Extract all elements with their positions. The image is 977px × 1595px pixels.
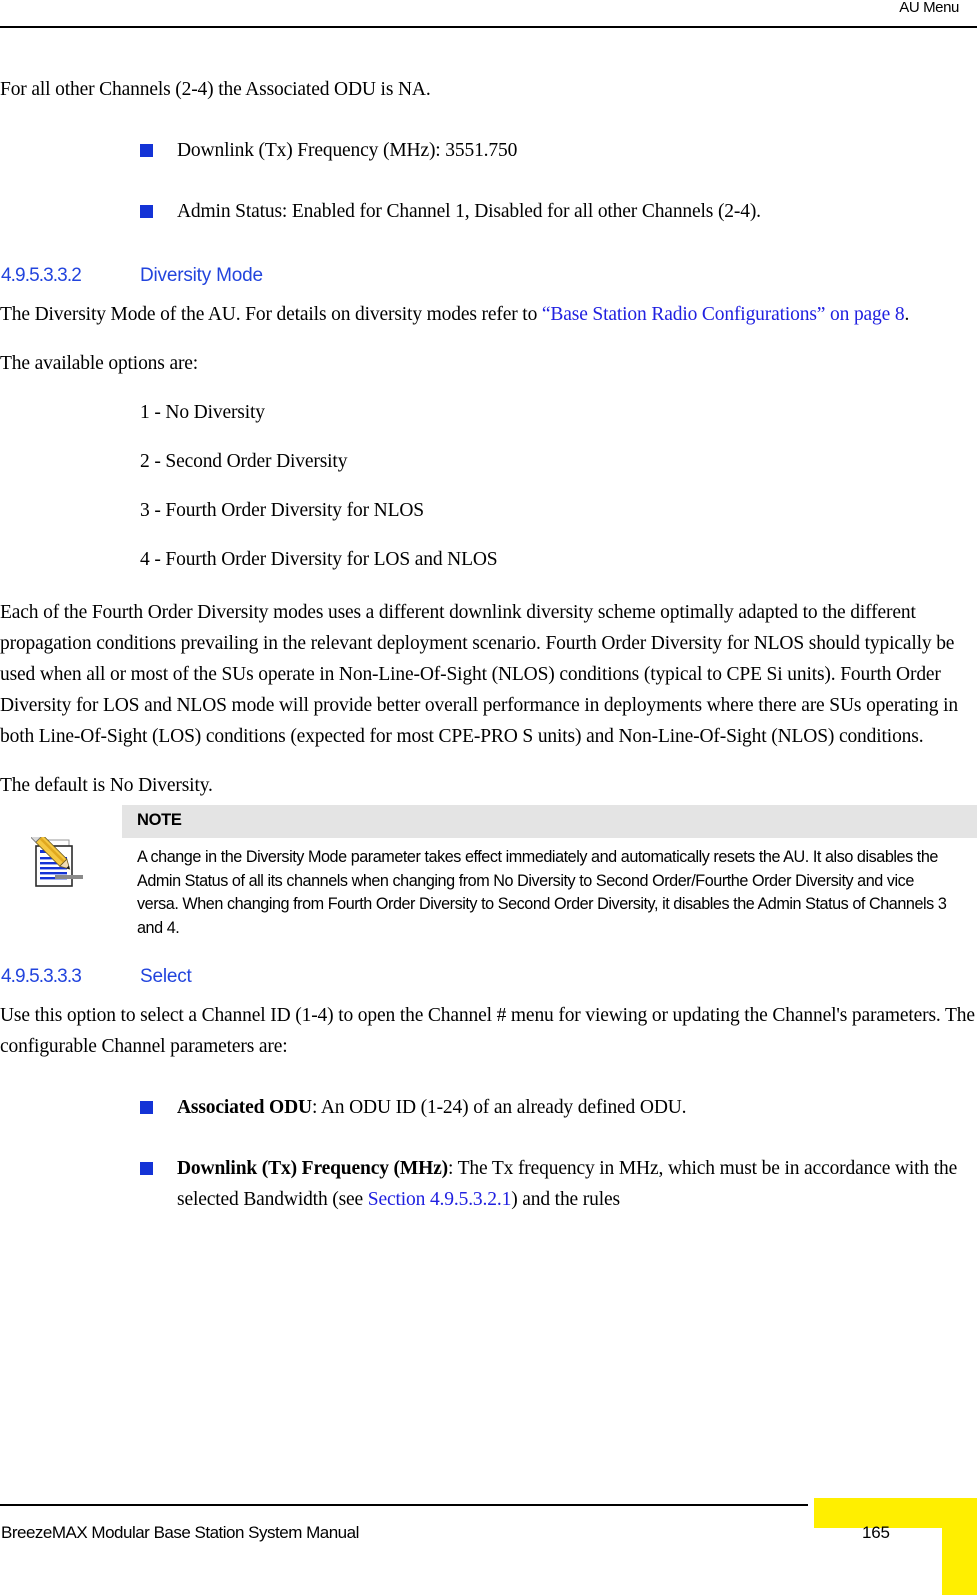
page-footer: BreezeMAX Modular Base Station System Ma…: [0, 1480, 977, 1595]
section-number: 4.9.5.3.3.2: [1, 265, 82, 286]
list-item: Admin Status: Enabled for Channel 1, Dis…: [140, 196, 959, 227]
diversity-intro-paragraph: The Diversity Mode of the AU. For detail…: [0, 299, 977, 330]
select-intro-paragraph: Use this option to select a Channel ID (…: [0, 1005, 975, 1057]
list-item: Downlink (Tx) Frequency (MHz): The Tx fr…: [140, 1153, 959, 1215]
square-bullet-icon: [140, 1162, 153, 1175]
page-content: For all other Channels (2-4) the Associa…: [0, 28, 977, 1215]
diversity-option-2: 2 - Second Order Diversity: [140, 451, 348, 472]
list-item-term: Downlink (Tx) Frequency (MHz): [177, 1158, 448, 1179]
diversity-option-4: 4 - Fourth Order Diversity for LOS and N…: [140, 549, 498, 570]
list-item: Associated ODU: An ODU ID (1-24) of an a…: [140, 1092, 959, 1123]
cross-reference-link[interactable]: “Base Station Radio Configurations” on p…: [542, 304, 905, 325]
cross-reference-link[interactable]: Section 4.9.5.3.2.1: [368, 1189, 512, 1210]
list-item-text-tail: ) and the rules: [511, 1189, 620, 1210]
options-lead-paragraph: The available options are:: [0, 353, 199, 374]
section-number: 4.9.5.3.3.3: [1, 966, 82, 987]
footer-yellow-bar-vertical: [942, 1498, 977, 1595]
diversity-intro-lead: The Diversity Mode of the AU. For detail…: [0, 304, 542, 325]
section-title: Diversity Mode: [140, 265, 263, 286]
list-item: Downlink (Tx) Frequency (MHz): 3551.750: [140, 135, 959, 166]
list-item-text: : An ODU ID (1-24) of an already defined…: [311, 1097, 687, 1118]
page-running-header: AU Menu: [0, 0, 977, 28]
footer-page-number: 165: [862, 1523, 890, 1542]
section-heading-select: 4.9.5.3.3.3 Select: [0, 966, 977, 1000]
diversity-explanation-paragraph: Each of the Fourth Order Diversity modes…: [0, 602, 958, 747]
diversity-default-paragraph: The default is No Diversity.: [0, 775, 213, 796]
diversity-intro-tail: .: [904, 304, 910, 325]
note-text: A change in the Diversity Mode parameter…: [137, 848, 947, 937]
intro-paragraph: For all other Channels (2-4) the Associa…: [0, 79, 431, 100]
note-header-bar: NOTE: [122, 805, 977, 838]
note-label: NOTE: [137, 811, 182, 829]
running-head-text: AU Menu: [899, 0, 959, 16]
footer-manual-title: BreezeMAX Modular Base Station System Ma…: [1, 1523, 359, 1542]
section-title: Select: [140, 966, 192, 987]
list-item-text: Downlink (Tx) Frequency (MHz): 3551.750: [177, 140, 518, 161]
square-bullet-icon: [140, 144, 153, 157]
square-bullet-icon: [140, 1101, 153, 1114]
note-box: NOTE A change in the Diversity Mode para…: [0, 805, 977, 940]
footer-rule: [0, 1504, 808, 1506]
diversity-option-1: 1 - No Diversity: [140, 402, 265, 423]
square-bullet-icon: [140, 205, 153, 218]
list-item-text: Admin Status: Enabled for Channel 1, Dis…: [177, 201, 761, 222]
list-item-term: Associated ODU: [177, 1097, 312, 1118]
notepad-pencil-icon: [25, 824, 89, 895]
section-heading-diversity-mode: 4.9.5.3.3.2 Diversity Mode: [0, 265, 977, 299]
diversity-option-3: 3 - Fourth Order Diversity for NLOS: [140, 500, 424, 521]
